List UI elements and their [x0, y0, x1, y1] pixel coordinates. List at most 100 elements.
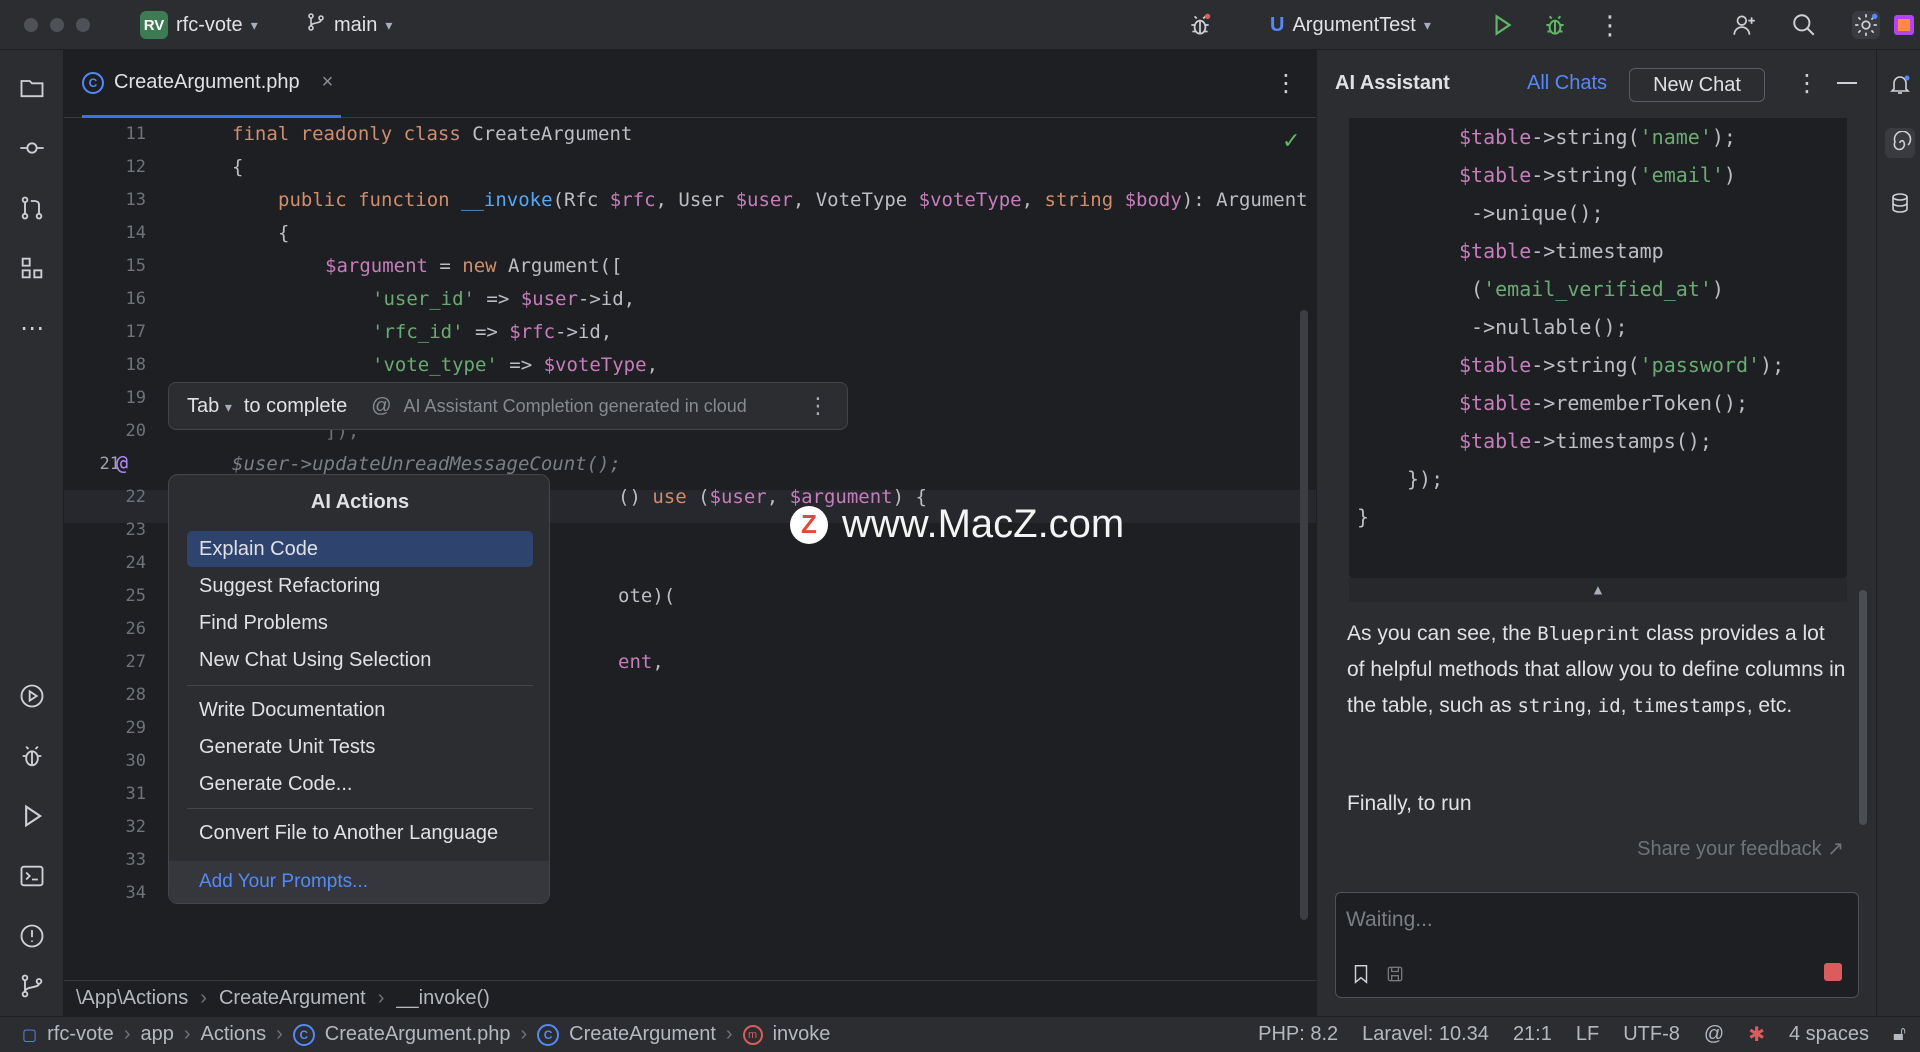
menu-item-generate-code[interactable]: Generate Code...: [187, 766, 533, 802]
completion-options-icon[interactable]: ⋮: [807, 393, 829, 419]
project-name: rfc-vote: [176, 13, 243, 36]
problems-icon[interactable]: [16, 920, 48, 952]
menu-item-generate-unit-tests[interactable]: Generate Unit Tests: [187, 729, 533, 765]
watermark: Z www.MacZ.com: [790, 502, 1124, 547]
save-icon[interactable]: [1382, 961, 1408, 987]
line-number-current: 21: [99, 454, 120, 474]
ai-response-paragraph: Finally, to run: [1347, 792, 1472, 815]
menu-item-explain-code[interactable]: Explain Code: [187, 531, 533, 567]
completion-hint-popup: Tab ▾ to complete @ AI Assistant Complet…: [168, 382, 848, 430]
project-badge: RV: [140, 11, 168, 39]
ide-logo-icon: [1892, 11, 1916, 39]
menu-item-new-chat-selection[interactable]: New Chat Using Selection: [187, 642, 533, 678]
line-number: 13: [125, 190, 146, 210]
chevron-right-icon: ›: [183, 1023, 191, 1045]
code-line-16: 'user_id' => $user->id,: [372, 288, 636, 310]
project-selector[interactable]: RV rfc-vote ▾: [140, 0, 258, 50]
test-config-icon: U: [1270, 13, 1285, 36]
code-line-12: {: [232, 156, 244, 178]
status-crumb[interactable]: CreateArgument.php: [325, 1023, 511, 1046]
php-version[interactable]: PHP: 8.2: [1258, 1023, 1338, 1046]
status-crumb[interactable]: invoke: [773, 1023, 831, 1046]
debug-bug-icon[interactable]: [1186, 11, 1214, 39]
all-chats-link[interactable]: All Chats: [1527, 72, 1607, 95]
line-number: 30: [125, 751, 146, 771]
window-minimize-button[interactable]: [50, 18, 64, 32]
line-number: 24: [125, 553, 146, 573]
completion-key-selector[interactable]: Tab ▾: [187, 395, 232, 418]
line-number: 25: [125, 586, 146, 606]
tab-create-argument[interactable]: C CreateArgument.php ×: [82, 50, 342, 118]
debug-icon[interactable]: [1541, 11, 1569, 39]
chevron-right-icon: ›: [725, 1023, 733, 1045]
line-number: 15: [125, 256, 146, 276]
menu-item-suggest-refactoring[interactable]: Suggest Refactoring: [187, 568, 533, 604]
watermark-text: www.MacZ.com: [842, 502, 1125, 546]
ai-completion-spiral-icon: @: [116, 451, 129, 475]
no-problems-check-icon[interactable]: ✓: [1282, 128, 1300, 154]
services-icon[interactable]: [16, 680, 48, 712]
run-config-selector[interactable]: U ArgumentTest ▾: [1270, 0, 1431, 50]
status-crumb[interactable]: Actions: [201, 1023, 267, 1046]
menu-divider: [187, 685, 533, 686]
structure-icon[interactable]: [16, 252, 48, 284]
settings-gear-icon[interactable]: [1852, 11, 1880, 39]
tab-options-icon[interactable]: ⋮: [1274, 72, 1298, 96]
pull-request-icon[interactable]: [16, 192, 48, 224]
ai-status-icon[interactable]: @: [1704, 1023, 1724, 1046]
more-tools-icon[interactable]: ⋯: [16, 312, 48, 344]
stop-generation-button[interactable]: [1824, 963, 1842, 981]
status-crumb[interactable]: rfc-vote: [47, 1023, 114, 1046]
ai-panel-scrollbar[interactable]: [1859, 590, 1867, 825]
more-actions-icon[interactable]: ⋮: [1596, 10, 1624, 40]
indent-setting[interactable]: 4 spaces: [1789, 1023, 1869, 1046]
add-user-icon[interactable]: [1730, 11, 1758, 39]
run-tool-icon[interactable]: [16, 800, 48, 832]
menu-item-find-problems[interactable]: Find Problems: [187, 605, 533, 641]
menu-item-convert-file[interactable]: Convert File to Another Language: [187, 815, 533, 851]
add-your-prompts-link[interactable]: Add Your Prompts...: [169, 861, 549, 903]
ai-assistant-spiral-icon[interactable]: [1885, 128, 1915, 158]
window-zoom-button[interactable]: [76, 18, 90, 32]
run-icon[interactable]: [1488, 11, 1516, 39]
window-close-button[interactable]: [24, 18, 38, 32]
branch-selector[interactable]: main ▾: [306, 0, 392, 50]
code-line-18: 'vote_type' => $voteType,: [372, 354, 659, 376]
search-icon[interactable]: [1790, 11, 1818, 39]
status-breadcrumb: ▢ rfc-vote › app › Actions › C CreateArg…: [22, 1023, 830, 1046]
bookmark-icon[interactable]: [1348, 961, 1374, 987]
minimize-icon[interactable]: [1837, 82, 1857, 84]
share-feedback-link[interactable]: Share your feedback ↗: [1637, 836, 1844, 861]
status-bar: ▢ rfc-vote › app › Actions › C CreateArg…: [0, 1016, 1920, 1052]
terminal-icon[interactable]: [16, 860, 48, 892]
ai-panel-options-icon[interactable]: ⋮: [1795, 72, 1819, 96]
chat-input[interactable]: [1346, 903, 1846, 937]
laravel-version[interactable]: Laravel: 10.34: [1362, 1023, 1489, 1046]
file-encoding[interactable]: UTF-8: [1623, 1023, 1680, 1046]
project-folder-icon[interactable]: [16, 72, 48, 104]
breadcrumb-item[interactable]: __invoke(): [396, 987, 489, 1010]
chevron-down-icon: ▾: [1423, 16, 1431, 33]
breadcrumb-item[interactable]: \App\Actions: [76, 987, 188, 1010]
git-icon[interactable]: [16, 970, 48, 1002]
menu-item-write-documentation[interactable]: Write Documentation: [187, 692, 533, 728]
lock-icon[interactable]: 🔓︎: [1893, 1023, 1906, 1046]
database-icon[interactable]: [1885, 188, 1915, 218]
line-number: 34: [125, 883, 146, 903]
status-crumb[interactable]: CreateArgument: [569, 1023, 716, 1046]
line-separator[interactable]: LF: [1576, 1023, 1599, 1046]
new-chat-button[interactable]: New Chat: [1629, 68, 1765, 102]
status-crumb[interactable]: app: [140, 1023, 173, 1046]
left-tool-strip: ⋯: [0, 50, 64, 1016]
git-branch-icon: [306, 12, 326, 38]
cursor-position[interactable]: 21:1: [1513, 1023, 1552, 1046]
commit-icon[interactable]: [16, 132, 48, 164]
breadcrumb-item[interactable]: CreateArgument: [219, 987, 366, 1010]
debug-tool-icon[interactable]: [16, 740, 48, 772]
line-number: 26: [125, 619, 146, 639]
editor-scrollbar[interactable]: [1300, 310, 1308, 920]
notifications-bell-icon[interactable]: [1885, 70, 1915, 100]
collapse-code-chevron-icon[interactable]: ▲: [1349, 578, 1847, 602]
no-inspections-bug-icon[interactable]: ✱: [1748, 1022, 1765, 1047]
close-icon[interactable]: ×: [322, 71, 334, 94]
